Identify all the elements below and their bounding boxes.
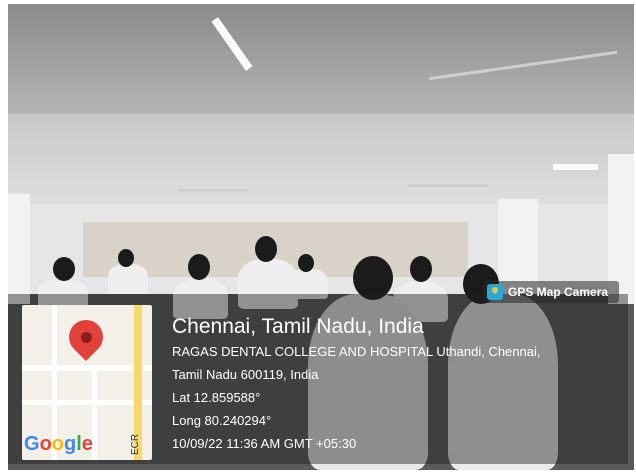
tube-light bbox=[553, 164, 598, 170]
ceiling-fan bbox=[408, 184, 488, 187]
longitude: Long 80.240294° bbox=[172, 413, 272, 428]
ceiling-fan bbox=[178, 189, 248, 192]
road-label: ECR bbox=[130, 433, 141, 455]
address-line-2: Tamil Nadu 600119, India bbox=[172, 367, 319, 382]
location-details: Chennai, Tamil Nadu, India RAGAS DENTAL … bbox=[172, 314, 540, 455]
student bbox=[108, 264, 148, 294]
google-logo: Google bbox=[24, 433, 93, 455]
gps-map-camera-icon bbox=[487, 284, 503, 300]
map-thumbnail: Google ECR bbox=[22, 305, 152, 460]
city-line: Chennai, Tamil Nadu, India bbox=[172, 315, 424, 338]
gps-map-camera-badge: GPS Map Camera bbox=[483, 281, 619, 303]
timestamp: 10/09/22 11:36 AM GMT +05:30 bbox=[172, 436, 357, 451]
badge-label: GPS Map Camera bbox=[508, 285, 609, 299]
photo-frame: GPS Map Camera Google ECR Chennai, Tamil… bbox=[0, 0, 636, 472]
address-line-1: RAGAS DENTAL COLLEGE AND HOSPITAL Uthand… bbox=[172, 344, 541, 359]
latitude: Lat 12.859588° bbox=[172, 390, 261, 405]
